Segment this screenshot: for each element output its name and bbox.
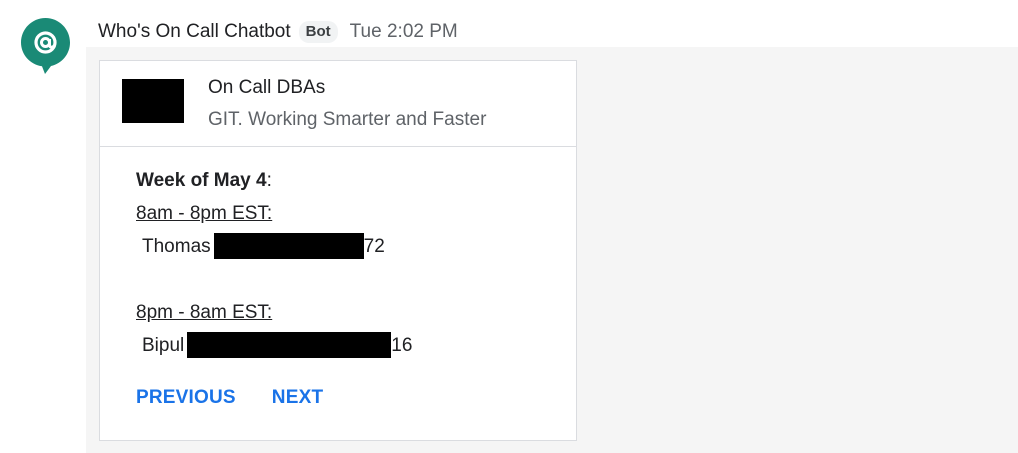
redacted-phone bbox=[187, 332, 392, 358]
week-label: Week of May 4 bbox=[136, 170, 267, 191]
card-subtitle: GIT. Working Smarter and Faster bbox=[208, 109, 487, 130]
sender-name[interactable]: Who's On Call Chatbot bbox=[98, 21, 291, 43]
at-sign-icon bbox=[21, 18, 70, 74]
on-call-person-night: Bipul 16 bbox=[142, 332, 413, 358]
message-timestamp: Tue 2:02 PM bbox=[349, 21, 458, 42]
phone-suffix: 16 bbox=[391, 335, 413, 357]
redacted-phone bbox=[213, 233, 364, 259]
person-name: Thomas bbox=[142, 236, 211, 258]
card-title: On Call DBAs bbox=[208, 77, 326, 98]
chat-page: Who's On Call Chatbot Bot Tue 2:02 PM On… bbox=[0, 0, 1018, 453]
message-header: Who's On Call Chatbot Bot Tue 2:02 PM bbox=[98, 18, 458, 46]
week-heading: Week of May 4: bbox=[136, 169, 272, 193]
on-call-person-day: Thomas 72 bbox=[142, 233, 385, 259]
shift-label-night: 8pm - 8am EST: bbox=[136, 302, 273, 323]
bot-badge: Bot bbox=[298, 21, 338, 43]
card-header: On Call DBAs GIT. Working Smarter and Fa… bbox=[100, 61, 576, 147]
week-colon: : bbox=[266, 170, 272, 191]
previous-button[interactable]: PREVIOUS bbox=[136, 387, 236, 409]
card-header-image bbox=[122, 79, 184, 123]
bot-avatar[interactable] bbox=[21, 18, 70, 75]
next-button[interactable]: NEXT bbox=[272, 387, 323, 409]
card-actions: PREVIOUS NEXT bbox=[136, 387, 323, 409]
phone-suffix: 72 bbox=[363, 236, 385, 258]
shift-label-day: 8am - 8pm EST: bbox=[136, 203, 273, 224]
on-call-card: On Call DBAs GIT. Working Smarter and Fa… bbox=[99, 60, 577, 441]
person-name: Bipul bbox=[142, 335, 185, 357]
